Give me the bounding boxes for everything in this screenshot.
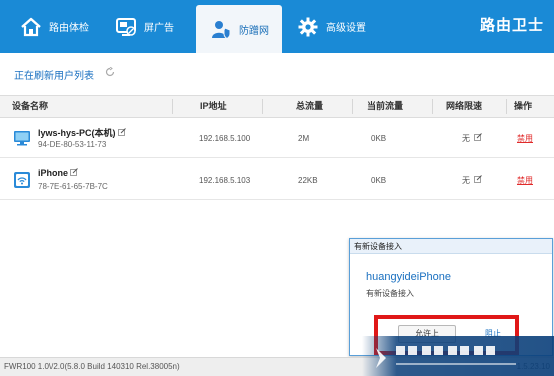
- ad-block-icon: [115, 16, 137, 38]
- computer-icon: [13, 129, 31, 147]
- user-shield-icon: [210, 18, 232, 40]
- device-total-traffic: 22KB: [298, 176, 318, 185]
- tab-label: 屏广告: [144, 23, 174, 34]
- popup-message: 有新设备接入: [366, 289, 414, 298]
- allow-button[interactable]: 允许上: [398, 325, 456, 343]
- device-ip: 192.168.5.103: [199, 176, 251, 185]
- refresh-icon: [105, 66, 115, 77]
- device-total-traffic: 2M: [298, 134, 310, 143]
- tab-advanced-settings[interactable]: 高级设置: [297, 0, 387, 53]
- device-current-traffic: 0KB: [371, 134, 387, 143]
- gear-icon: [297, 16, 319, 38]
- device-name: lyws-hys-PC(本机): [38, 128, 116, 138]
- tab-router-check[interactable]: 路由体检: [20, 0, 110, 53]
- table-header: 设备名称 IP地址 总流量 当前流量 网络限速 操作: [0, 95, 554, 118]
- column-divider: [432, 99, 433, 114]
- top-nav-bar: 路由体检 屏广告 防蹭网 高级设置 路由卫士: [0, 0, 554, 53]
- column-divider: [172, 99, 173, 114]
- edit-icon[interactable]: [474, 162, 482, 183]
- tab-label: 高级设置: [326, 23, 366, 34]
- wifi-device-icon: [13, 171, 31, 189]
- speed-limit-cell: 无: [462, 162, 482, 200]
- col-current-traffic: 当前流量: [367, 101, 404, 111]
- col-ip: IP地址: [200, 101, 227, 111]
- popup-device-name: huangyideiPhone: [366, 271, 452, 283]
- device-mac: 94-DE-80-53-11-73: [38, 140, 107, 149]
- popup-title: 有新设备接入: [350, 239, 552, 254]
- tab-ad-block[interactable]: 屏广告: [115, 0, 190, 53]
- device-ip: 192.168.5.100: [199, 134, 251, 143]
- app-version: 1.5.23.10: [516, 362, 550, 371]
- column-divider: [506, 99, 507, 114]
- new-device-popup: 有新设备接入 huangyideiPhone 有新设备接入 允许上 阻止: [349, 238, 553, 356]
- speed-limit-value: 无: [462, 176, 470, 185]
- status-bar: 正在刷新用户列表: [0, 53, 554, 95]
- table-row: lyws-hys-PC(本机) 94-DE-80-53-11-73 192.16…: [0, 120, 554, 158]
- tab-label: 防蹭网: [239, 25, 269, 37]
- edit-icon[interactable]: [70, 168, 78, 176]
- speed-limit-cell: 无: [462, 120, 482, 158]
- tab-label: 路由体检: [49, 23, 89, 34]
- edit-icon[interactable]: [474, 120, 482, 141]
- tab-anti-freeload[interactable]: 防蹭网: [196, 5, 282, 53]
- brand-logo: 路由卫士: [479, 16, 544, 34]
- column-divider: [262, 99, 263, 114]
- device-current-traffic: 0KB: [371, 176, 387, 185]
- popup-button-group: 允许上 阻止: [374, 315, 519, 355]
- device-mac: 78-7E-61-65-7B-7C: [38, 182, 108, 191]
- table-row: iPhone 78-7E-61-65-7B-7C 192.168.5.103 2…: [0, 162, 554, 200]
- col-speed-limit: 网络限速: [446, 101, 483, 111]
- deny-button[interactable]: 阻止: [478, 325, 508, 343]
- disable-link[interactable]: 禁用: [517, 120, 533, 158]
- speed-limit-value: 无: [462, 134, 470, 143]
- status-footer: FWR100 1.0\/2.0(5.8.0 Build 140310 Rel.3…: [0, 357, 554, 376]
- col-action: 操作: [514, 101, 533, 111]
- firmware-version: FWR100 1.0\/2.0(5.8.0 Build 140310 Rel.3…: [4, 362, 180, 371]
- column-divider: [352, 99, 353, 114]
- status-message: 正在刷新用户列表: [14, 71, 94, 82]
- col-total-traffic: 总流量: [296, 101, 324, 111]
- device-name: iPhone: [38, 168, 69, 178]
- edit-icon[interactable]: [117, 128, 126, 136]
- col-device-name: 设备名称: [12, 101, 49, 111]
- home-icon: [20, 16, 42, 38]
- disable-link[interactable]: 禁用: [517, 162, 533, 200]
